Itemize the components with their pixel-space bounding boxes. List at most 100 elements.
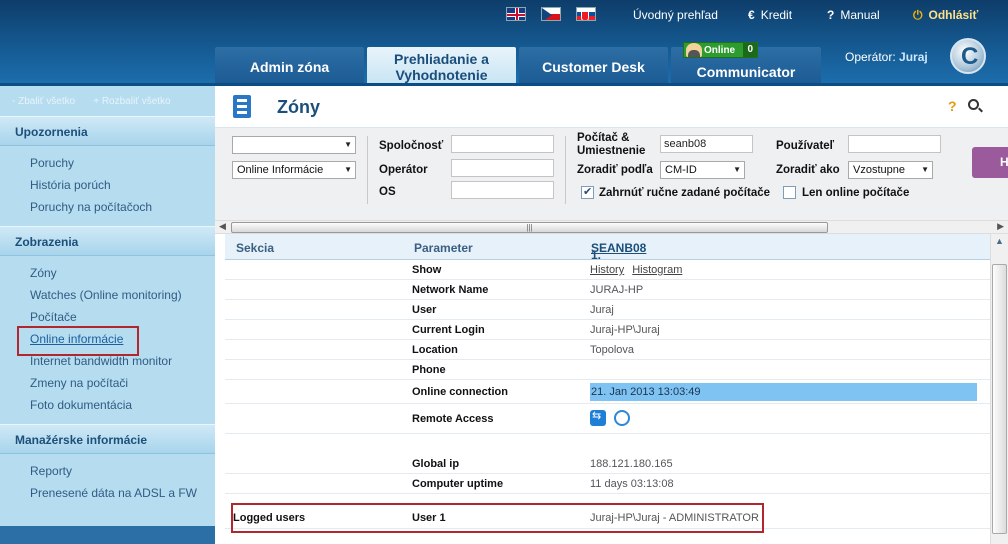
sidebar-item-computers[interactable]: Počítače (0, 306, 215, 328)
sidebar-section-alerts[interactable]: Upozornenia (0, 116, 215, 146)
divider (367, 136, 368, 204)
param-network-name: Network Name (412, 284, 489, 296)
tab-customer-desk[interactable]: Customer Desk (519, 47, 668, 86)
slovak-flag-icon[interactable] (576, 7, 596, 21)
zones-icon (233, 95, 251, 118)
online-status-badge[interactable]: Online 0 (683, 42, 758, 58)
operator-input[interactable] (451, 159, 554, 177)
sidebar-item-fault-history[interactable]: História porúch (0, 174, 215, 196)
app-logo: C (950, 38, 986, 74)
sidebar-item-transferred-data[interactable]: Prenesené dáta na ADSL a FW (0, 482, 215, 504)
sidebar-item-computer-faults[interactable]: Poruchy na počítačoch (0, 196, 215, 218)
remote-desktop-icon[interactable] (614, 410, 630, 426)
sidebar-section-management[interactable]: Manažérske informácie (0, 424, 215, 454)
operator-label: Operátor: (845, 50, 896, 64)
value-global-ip: 188.121.180.165 (590, 458, 673, 470)
sidebar-item-photo-docs[interactable]: Foto dokumentácia (0, 394, 215, 416)
table-row: User Juraj (225, 300, 990, 320)
filter-submit-button[interactable]: H (972, 147, 1008, 178)
main-content: Zóny ? Online Informácie Spoločnosť Oper… (215, 86, 1008, 544)
filter-panel: Online Informácie Spoločnosť Operátor OS… (215, 128, 1008, 220)
sidebar-section-views[interactable]: Zobrazenia (0, 226, 215, 256)
vertical-scrollbar[interactable]: ▲ (990, 234, 1008, 544)
param-online-connection: Online connection (412, 386, 508, 398)
value-network-name: JURAJ-HP (590, 284, 644, 296)
param-show: Show (412, 264, 442, 276)
os-label: OS (379, 186, 396, 198)
sidebar-item-computer-changes[interactable]: Zmeny na počítači (0, 372, 215, 394)
sidebar-item-watches[interactable]: Watches (Online monitoring) (0, 284, 215, 306)
company-input[interactable] (451, 135, 554, 153)
app-header: Úvodný prehľad € Kredit ? Manual ⏻ Odhlásiť… (0, 0, 1008, 86)
param-remote-access: Remote Access (412, 413, 494, 425)
online-status-label: Online (704, 44, 736, 56)
teamviewer-icon[interactable] (590, 409, 606, 426)
table-row: Network Name JURAJ-HP (225, 280, 990, 300)
scroll-left-icon[interactable]: ◀ (219, 221, 226, 232)
user-avatar-icon (686, 43, 702, 57)
table-row: Show History Histogram (225, 260, 990, 280)
histogram-link[interactable]: Histogram (632, 264, 682, 276)
scroll-right-icon[interactable]: ▶ (997, 221, 1004, 232)
english-flag-icon[interactable] (506, 7, 526, 21)
czech-flag-icon[interactable] (541, 7, 561, 21)
param-user: User (412, 304, 437, 316)
tab-browse-evaluate-label: Prehliadanie a Vyhodnotenie (394, 50, 489, 83)
history-link[interactable]: History (590, 264, 624, 276)
info-grid: Sekcia Parameter 1. SEANB08 Show History… (225, 234, 990, 544)
sort-by-select[interactable]: CM-ID (660, 161, 745, 179)
tab-admin-zone[interactable]: Admin zóna (215, 47, 364, 86)
sort-order-label: Zoradiť ako (776, 164, 840, 176)
grid-header: Sekcia Parameter 1. SEANB08 (225, 234, 990, 262)
manual-link[interactable]: ? Manual (827, 8, 880, 22)
logout-link[interactable]: ⏻ Odhlásiť (913, 8, 978, 23)
value-uptime: 11 days 03:13:08 (590, 478, 674, 490)
table-row: Global ip 188.121.180.165 (225, 454, 990, 474)
online-only-label: Len online počítače (802, 187, 910, 199)
computer-location-label: Počítač & Umiestnenie (577, 132, 646, 157)
col-computer[interactable]: 1. SEANB08 (591, 241, 646, 262)
manual-label: Manual (840, 8, 880, 22)
os-input[interactable] (451, 181, 554, 199)
operator-filter-label: Operátor (379, 164, 428, 176)
include-manual-checkbox[interactable] (581, 185, 594, 199)
table-row: Online connection 21. Jan 2013 13:03:49 (225, 380, 990, 404)
sidebar-item-zones[interactable]: Zóny (0, 262, 215, 284)
overview-link[interactable]: Úvodný prehľad (633, 8, 718, 22)
horizontal-scrollbar[interactable]: ◀ ||| ▶ (215, 220, 1008, 234)
highlight-frame (231, 503, 764, 533)
col-section: Sekcia (236, 241, 275, 255)
zone-select[interactable] (232, 136, 356, 154)
page-header: Zóny ? (215, 86, 1008, 128)
search-icon[interactable] (968, 99, 979, 110)
sidebar-item-faults[interactable]: Poruchy (0, 152, 215, 174)
logo-letter: C (961, 43, 979, 70)
view-select[interactable]: Online Informácie (232, 161, 356, 179)
table-row: Location Topolova (225, 340, 990, 360)
page-title: Zóny (277, 97, 320, 117)
divider (565, 136, 566, 204)
scroll-thumb[interactable]: ||| (231, 222, 828, 233)
expand-all-link[interactable]: + Rozbaliť všetko (93, 96, 170, 107)
scroll-up-icon[interactable]: ▲ (995, 236, 1004, 246)
tab-browse-evaluate[interactable]: Prehliadanie a Vyhodnotenie (367, 47, 516, 86)
table-row: Remote Access (225, 404, 990, 434)
operator-name: Juraj (899, 50, 928, 64)
help-icon[interactable]: ? (948, 98, 957, 114)
sidebar-item-bandwidth-monitor[interactable]: Internet bandwidth monitor (0, 350, 215, 372)
sort-order-select[interactable]: Vzostupne (848, 161, 933, 179)
scroll-thumb[interactable] (992, 264, 1007, 534)
user-input[interactable] (848, 135, 941, 153)
sidebar-footer (0, 526, 215, 544)
collapse-all-link[interactable]: - Zbaliť všetko (12, 96, 75, 107)
company-label: Spoločnosť (379, 140, 444, 152)
sidebar-item-reports[interactable]: Reporty (0, 460, 215, 482)
online-count: 0 (743, 43, 757, 57)
online-only-checkbox[interactable] (783, 186, 796, 199)
computer-input[interactable]: seanb08 (660, 135, 753, 153)
credit-link[interactable]: € Kredit (748, 8, 792, 22)
include-manual-label: Zahrnúť ručne zadané počítače (599, 187, 771, 199)
sidebar-item-online-info[interactable]: Online informácie (0, 326, 215, 356)
question-icon: ? (827, 8, 835, 22)
table-row: Computer uptime 11 days 03:13:08 (225, 474, 990, 494)
